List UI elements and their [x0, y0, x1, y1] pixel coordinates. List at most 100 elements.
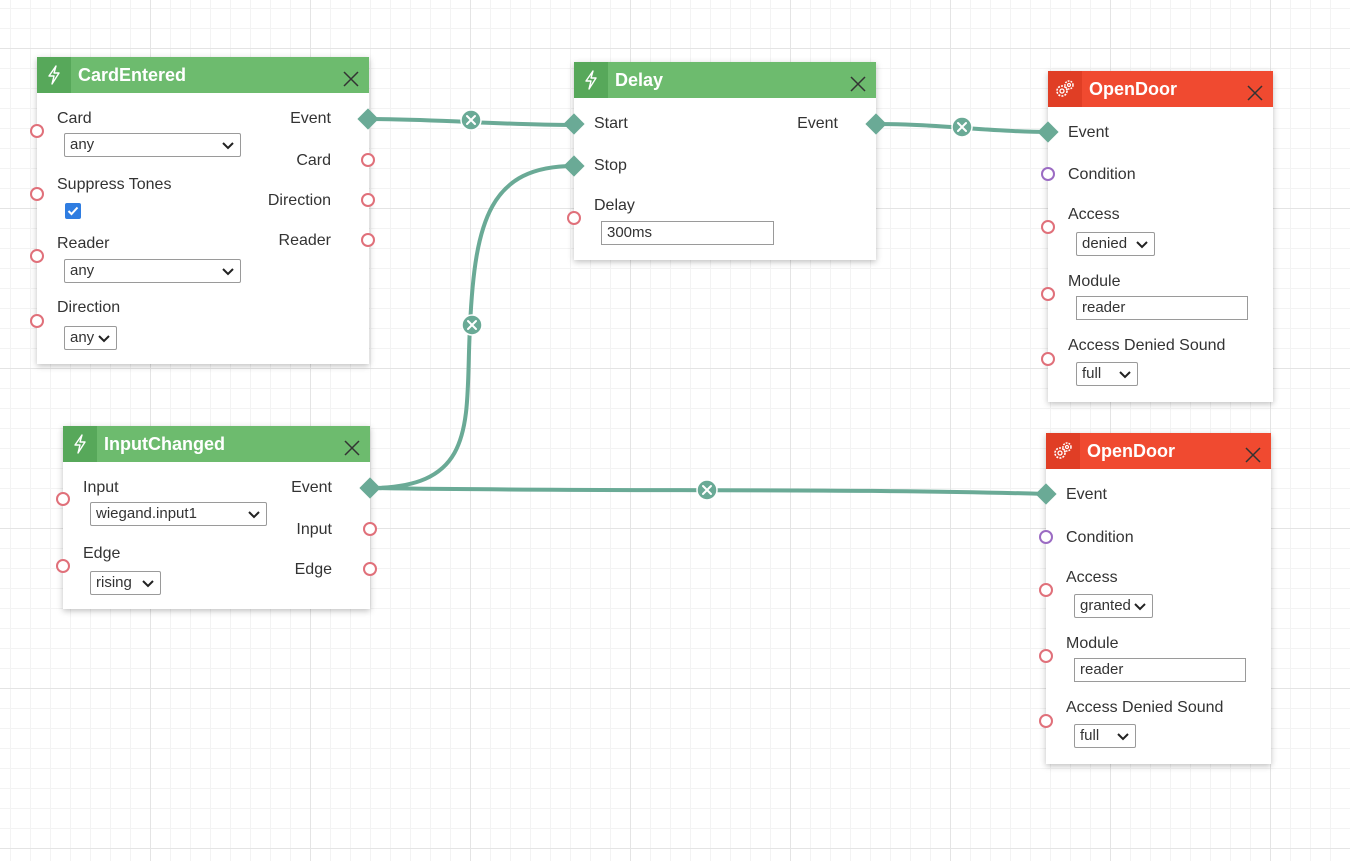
node-header[interactable]: CardEntered [37, 57, 369, 93]
node-title: InputChanged [104, 434, 225, 454]
chevron-down-icon [142, 580, 154, 588]
select-value: any [70, 136, 95, 153]
lightning-icon [37, 57, 71, 93]
output-label-edge: Edge [294, 561, 332, 578]
suppress-tones-checkbox[interactable] [65, 203, 81, 219]
node-title: OpenDoor [1089, 79, 1177, 99]
delete-connection-icon[interactable] [460, 109, 482, 131]
output-port-card[interactable] [361, 153, 375, 167]
output-port-edge[interactable] [363, 562, 377, 576]
input-label-access-denied-sound: Access Denied Sound [1066, 699, 1224, 716]
input-label-reader: Reader [57, 235, 110, 252]
output-port-direction[interactable] [361, 193, 375, 207]
input-port-module[interactable] [1039, 649, 1053, 663]
input-value: reader [1082, 299, 1126, 316]
input-port-edge[interactable] [56, 559, 70, 573]
close-icon[interactable] [1245, 79, 1265, 101]
close-icon[interactable] [341, 65, 361, 87]
select-value: denied [1082, 235, 1128, 252]
input-label-event: Event [1066, 486, 1107, 503]
output-port-input[interactable] [363, 522, 377, 536]
input-label-access: Access [1068, 206, 1120, 223]
delete-connection-icon[interactable] [696, 479, 718, 501]
node-header[interactable]: InputChanged [63, 426, 370, 462]
close-icon[interactable] [1243, 441, 1263, 463]
output-label-event: Event [797, 115, 838, 132]
node-title: OpenDoor [1087, 441, 1175, 461]
close-icon[interactable] [342, 434, 362, 456]
input-value: reader [1080, 661, 1124, 678]
input-port-condition[interactable] [1039, 530, 1053, 544]
edge-select[interactable]: rising [90, 571, 161, 595]
input-select[interactable]: wiegand.input1 [90, 502, 267, 526]
check-icon [67, 206, 79, 216]
input-label-start: Start [594, 115, 628, 132]
select-value: any [70, 329, 95, 346]
input-label-card: Card [57, 110, 92, 127]
input-port-access-denied-sound[interactable] [1041, 352, 1055, 366]
chevron-down-icon [1117, 733, 1129, 741]
node-header[interactable]: Delay [574, 62, 876, 98]
output-label-reader: Reader [278, 232, 331, 249]
select-value: wiegand.input1 [96, 505, 197, 522]
direction-select[interactable]: any [64, 326, 117, 350]
lightning-icon [63, 426, 97, 462]
delay-input[interactable]: 300ms [601, 221, 774, 245]
node-open-door-granted[interactable]: OpenDoor Event Condition Access granted … [1035, 433, 1271, 764]
input-label-module: Module [1068, 273, 1121, 290]
output-label-event: Event [291, 479, 332, 496]
select-value: full [1080, 727, 1100, 744]
node-header[interactable]: OpenDoor [1048, 71, 1273, 107]
card-select[interactable]: any [64, 133, 241, 157]
input-port-reader[interactable] [30, 249, 44, 263]
node-header[interactable]: OpenDoor [1046, 433, 1271, 469]
input-label-access: Access [1066, 569, 1118, 586]
input-port-module[interactable] [1041, 287, 1055, 301]
flow-canvas[interactable]: CardEntered Card any Suppress Tones Read… [0, 0, 1350, 861]
chevron-down-icon [1134, 603, 1146, 611]
access-denied-sound-select[interactable]: full [1076, 362, 1138, 386]
select-value: any [70, 262, 95, 279]
lightning-icon [574, 62, 608, 98]
input-port-input[interactable] [56, 492, 70, 506]
input-label-condition: Condition [1068, 166, 1136, 183]
chevron-down-icon [222, 268, 234, 276]
input-value: 300ms [607, 224, 653, 241]
input-label-access-denied-sound: Access Denied Sound [1068, 337, 1226, 354]
input-port-condition[interactable] [1041, 167, 1055, 181]
chevron-down-icon [98, 335, 110, 343]
node-open-door-denied[interactable]: OpenDoor Event Condition Access denied M… [1037, 71, 1273, 402]
input-label-condition: Condition [1066, 529, 1134, 546]
input-port-access[interactable] [1039, 583, 1053, 597]
reader-select[interactable]: any [64, 259, 241, 283]
node-input-changed[interactable]: InputChanged Input wiegand.input1 Edge r… [56, 426, 381, 609]
input-label-suppress-tones: Suppress Tones [57, 176, 172, 193]
node-card-entered[interactable]: CardEntered Card any Suppress Tones Read… [30, 57, 379, 364]
module-input[interactable]: reader [1074, 658, 1246, 682]
access-select[interactable]: denied [1076, 232, 1155, 256]
input-label-module: Module [1066, 635, 1119, 652]
output-label-input: Input [296, 521, 332, 538]
output-port-reader[interactable] [361, 233, 375, 247]
module-input[interactable]: reader [1076, 296, 1248, 320]
access-denied-sound-select[interactable]: full [1074, 724, 1136, 748]
input-label-delay: Delay [594, 197, 635, 214]
delete-connection-icon[interactable] [461, 314, 483, 336]
output-label-event: Event [290, 110, 331, 127]
gears-icon [1046, 433, 1080, 469]
close-icon[interactable] [848, 70, 868, 92]
input-port-access[interactable] [1041, 220, 1055, 234]
node-delay[interactable]: Delay Start Stop Delay 300ms Event [563, 62, 887, 260]
input-port-suppress-tones[interactable] [30, 187, 44, 201]
select-value: rising [96, 574, 132, 591]
input-label-stop: Stop [594, 157, 627, 174]
input-label-event: Event [1068, 124, 1109, 141]
access-select[interactable]: granted [1074, 594, 1153, 618]
input-port-card[interactable] [30, 124, 44, 138]
chevron-down-icon [248, 511, 260, 519]
input-port-access-denied-sound[interactable] [1039, 714, 1053, 728]
input-port-delay[interactable] [567, 211, 581, 225]
input-port-direction[interactable] [30, 314, 44, 328]
chevron-down-icon [222, 142, 234, 150]
delete-connection-icon[interactable] [951, 116, 973, 138]
